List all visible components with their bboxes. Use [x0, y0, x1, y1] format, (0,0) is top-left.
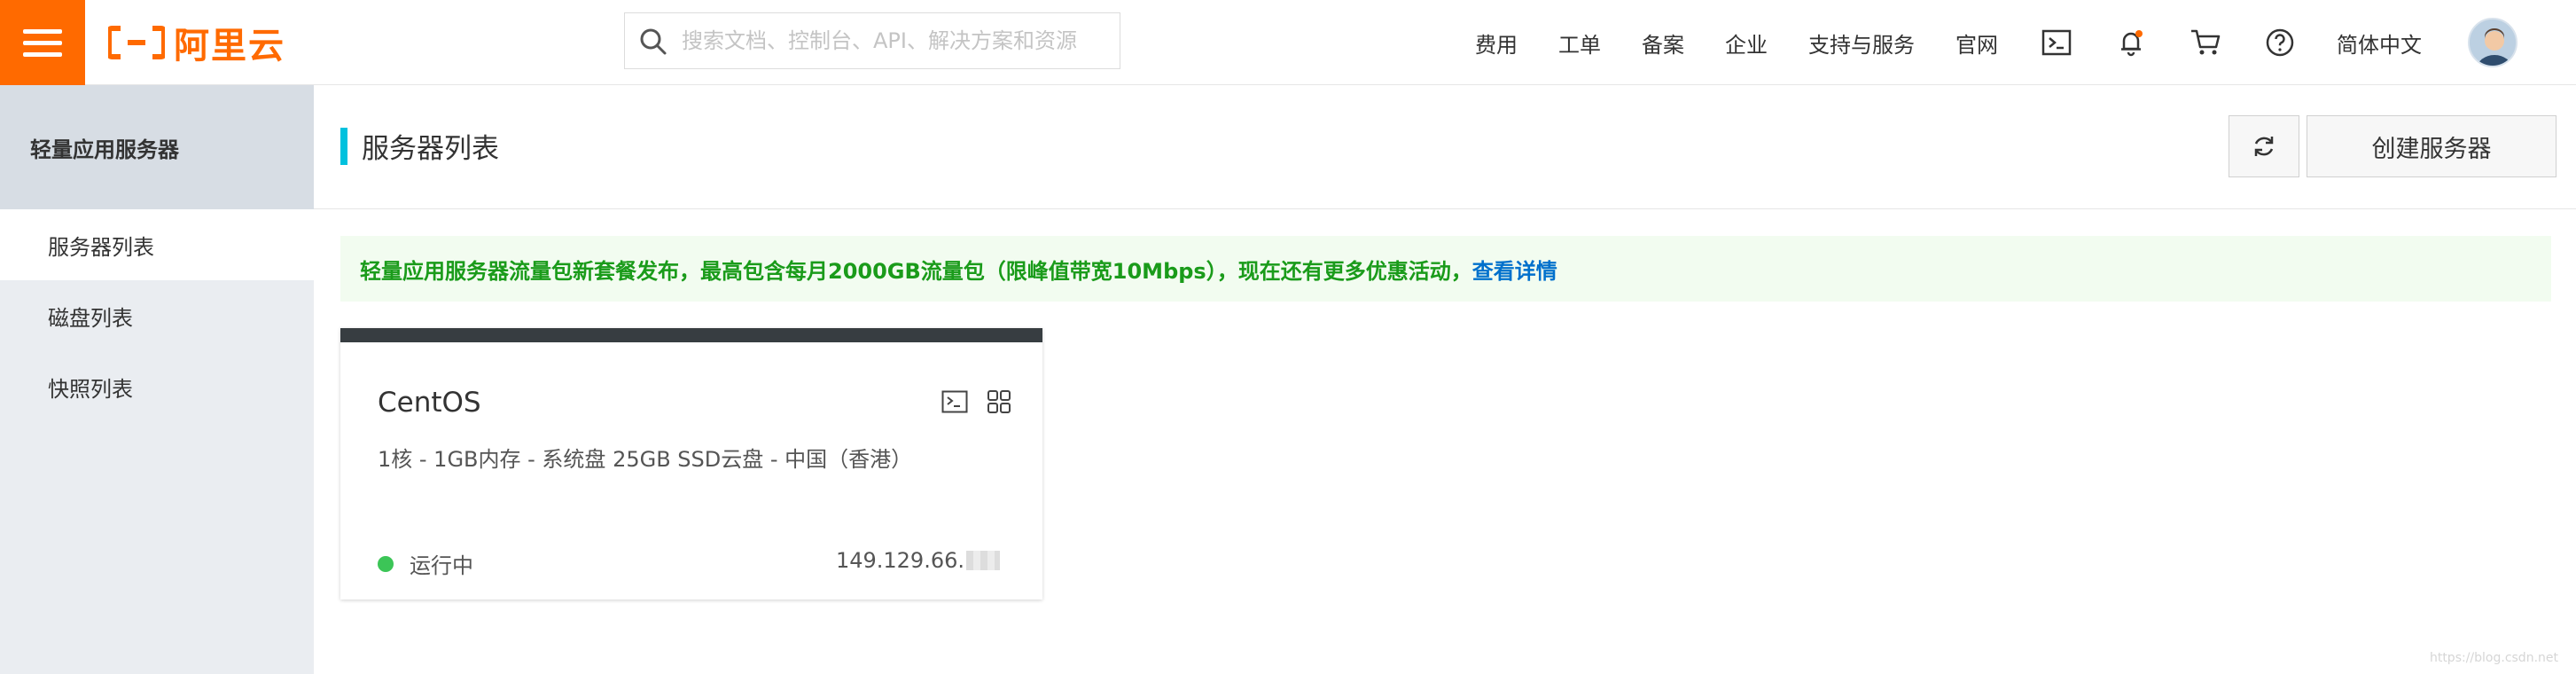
notice-text: 轻量应用服务器流量包新套餐发布，最高包含每月2000GB流量包（限峰值带宽10M… [360, 258, 1472, 284]
cart-button[interactable] [2188, 25, 2223, 60]
help-icon [2266, 28, 2294, 57]
aliyun-logo-icon [108, 26, 165, 59]
server-status: 运行中 [378, 548, 473, 579]
avatar-image [2470, 20, 2516, 66]
promo-notice-banner: 轻量应用服务器流量包新套餐发布，最高包含每月2000GB流量包（限峰值带宽10M… [340, 236, 2551, 302]
nav-link-support[interactable]: 支持与服务 [1808, 27, 1915, 59]
server-spec: 1核 - 1GB内存 - 系统盘 25GB SSD云盘 - 中国（香港） [378, 447, 913, 472]
status-text: 运行中 [410, 553, 473, 578]
aliyun-logo[interactable]: 阿里云 [108, 20, 285, 67]
sidebar-item-server-list[interactable]: 服务器列表 [0, 209, 314, 280]
watermark: https://blog.csdn.net [2429, 651, 2558, 665]
server-details-button[interactable] [984, 387, 1014, 417]
sidebar: 轻量应用服务器 服务器列表 磁盘列表 快照列表 [0, 85, 314, 674]
shopping-cart-icon [2191, 29, 2221, 55]
server-card-actions [940, 387, 1014, 417]
sidebar-item-label: 磁盘列表 [48, 305, 133, 331]
top-nav-links: 费用 工单 备案 企业 支持与服务 官网 简体中文 [1475, 0, 2517, 85]
refresh-button[interactable] [2229, 115, 2299, 177]
main-content: 服务器列表 创建服务器 轻量应用服务器流量包新套餐发布，最高包含每月2000GB… [314, 85, 2576, 674]
nav-link-icp-filing[interactable]: 备案 [1642, 27, 1684, 59]
sidebar-item-disk-list[interactable]: 磁盘列表 [0, 280, 314, 351]
menu-line [23, 51, 62, 57]
global-search [624, 12, 1120, 69]
server-ip: 149.129.66. [836, 548, 1000, 573]
refresh-icon [2254, 137, 2274, 156]
nav-link-official-site[interactable]: 官网 [1955, 27, 1998, 59]
logo-text: 阿里云 [174, 26, 285, 67]
help-button[interactable] [2262, 25, 2298, 60]
server-name: CentOS [378, 387, 481, 419]
sidebar-item-label: 服务器列表 [48, 234, 154, 260]
notifications-button[interactable] [2113, 25, 2149, 60]
status-dot [378, 555, 394, 572]
menu-line [23, 40, 62, 45]
ip-text: 149.129.66. [835, 548, 964, 573]
page-header: 服务器列表 创建服务器 [314, 85, 2576, 209]
sidebar-item-snapshot-list[interactable]: 快照列表 [0, 351, 314, 422]
create-server-button[interactable]: 创建服务器 [2307, 115, 2556, 177]
terminal-icon [941, 390, 968, 413]
sidebar-title[interactable]: 轻量应用服务器 [0, 85, 314, 209]
cloud-shell-button[interactable] [2039, 25, 2074, 60]
server-card[interactable]: CentOS 1核 - 1GB内存 - 系统盘 25GB SSD云盘 - 中国（… [340, 328, 1042, 600]
terminal-icon [2041, 29, 2072, 56]
bell-icon [2121, 30, 2143, 57]
hamburger-menu-button[interactable] [0, 0, 85, 85]
top-navbar: 阿里云 费用 工单 备案 企业 支持与服务 官网 [0, 0, 2576, 85]
ip-redaction [966, 551, 1000, 570]
page-title: 服务器列表 [362, 133, 499, 165]
search-icon [640, 28, 667, 55]
title-accent-bar [340, 128, 347, 165]
grid-icon [987, 390, 1011, 413]
menu-line [23, 28, 62, 34]
search-input[interactable] [682, 28, 1120, 53]
remote-connect-button[interactable] [940, 387, 970, 417]
nav-link-enterprise[interactable]: 企业 [1725, 27, 1768, 59]
notice-details-link[interactable]: 查看详情 [1472, 254, 1557, 285]
nav-link-tickets[interactable]: 工单 [1558, 27, 1601, 59]
nav-link-billing[interactable]: 费用 [1475, 27, 1518, 59]
user-avatar[interactable] [2468, 18, 2517, 67]
sidebar-item-label: 快照列表 [48, 376, 133, 402]
language-switcher[interactable]: 简体中文 [2337, 27, 2422, 59]
